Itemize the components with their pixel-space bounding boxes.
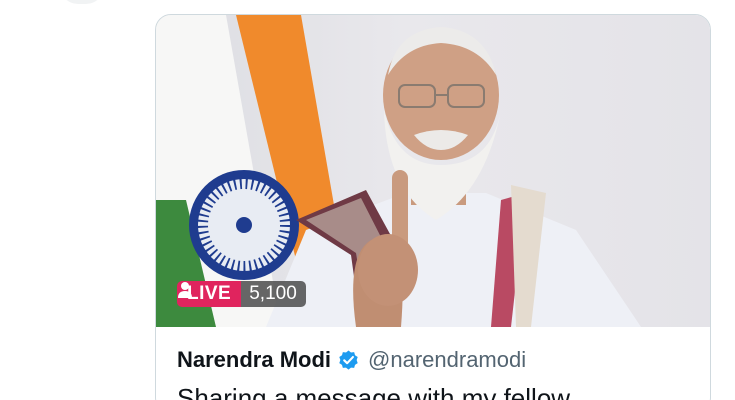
author-name[interactable]: Narendra Modi	[177, 347, 331, 373]
live-status-overlay: LIVE 5,100	[177, 281, 306, 307]
verified-badge-icon	[339, 349, 358, 370]
viewer-count: 5,100	[249, 283, 297, 304]
author-handle[interactable]: @narendramodi	[368, 347, 526, 373]
live-broadcast-card[interactable]: LIVE 5,100 Narendra Modi @narendramodi S…	[155, 14, 711, 400]
partial-avatar	[60, 0, 104, 4]
author-row: Narendra Modi @narendramodi	[177, 347, 526, 373]
broadcast-video-thumbnail[interactable]: LIVE 5,100	[156, 15, 710, 327]
broadcast-title: Sharing a message with my fellow	[177, 383, 571, 400]
ashoka-chakra-icon	[189, 170, 299, 280]
person-icon	[178, 282, 192, 298]
viewer-count-badge: 5,100	[178, 281, 306, 307]
